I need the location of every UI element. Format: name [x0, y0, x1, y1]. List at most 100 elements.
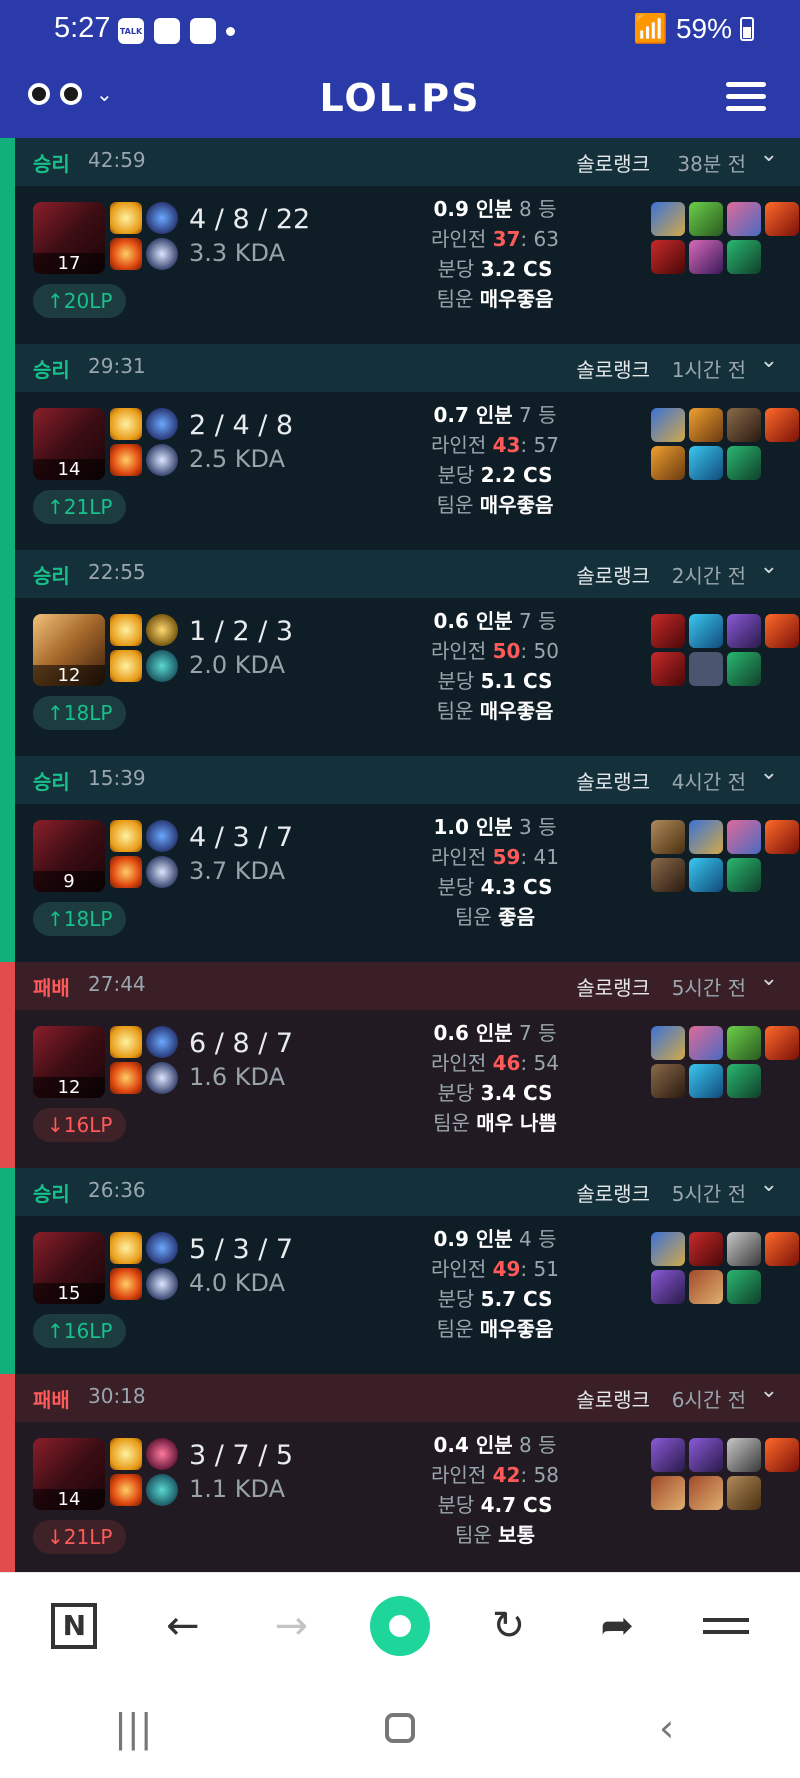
time-ago: 6시간 전 [671, 1388, 746, 1412]
secondary-rune-icon [146, 1268, 178, 1300]
green-dot-button[interactable] [368, 1594, 432, 1658]
browser-menu-icon[interactable] [694, 1594, 758, 1658]
time-ago: 4시간 전 [671, 770, 746, 794]
player-rank: 4 등 [519, 1227, 557, 1251]
match-header[interactable]: 패배 30:18 솔로랭크 6시간 전 ⌄ [15, 1374, 800, 1422]
lp-change-badge: ↓21LP [33, 1520, 127, 1554]
kda-score: 4 / 8 / 22 [189, 204, 311, 235]
expand-chevron-icon[interactable]: ⌄ [760, 1172, 778, 1197]
lane-score-opp: : 63 [520, 227, 559, 251]
item-icon [727, 1438, 761, 1472]
expand-chevron-icon[interactable]: ⌄ [760, 142, 778, 167]
item-icon [727, 446, 761, 480]
match-body: 15 5 / 3 / 7 4.0 KDA ↑16LP 0.9 인분 4 등 라인… [15, 1216, 800, 1374]
expand-chevron-icon[interactable]: ⌄ [760, 1378, 778, 1403]
match-stats: 0.9 인분 8 등 라인전 37: 63 분당 3.2 CS 팀운 매우좋음 [375, 194, 615, 314]
item-icon [689, 614, 723, 648]
match-header[interactable]: 승리 26:36 솔로랭크 5시간 전 ⌄ [15, 1168, 800, 1216]
item-icon [727, 1232, 761, 1266]
item-icon [689, 202, 723, 236]
match-duration: 42:59 [88, 148, 146, 172]
item-icon [727, 614, 761, 648]
expand-chevron-icon[interactable]: ⌄ [760, 554, 778, 579]
match-card[interactable]: 승리 15:39 솔로랭크 4시간 전 ⌄ 9 4 / 3 / 7 3.7 KD… [0, 756, 800, 962]
lane-score-mine: 50 [492, 639, 521, 663]
secondary-rune-icon [146, 238, 178, 270]
match-card[interactable]: 패배 27:44 솔로랭크 5시간 전 ⌄ 12 6 / 8 / 7 1.6 K… [0, 962, 800, 1168]
spells-runes [110, 820, 178, 888]
queue-type: 솔로랭크 [576, 770, 650, 794]
match-list: 승리 42:59 솔로랭크 38분 전 ⌄ 17 4 / 8 / 22 3.3 … [0, 138, 800, 1572]
match-stats: 0.7 인분 7 등 라인전 43: 57 분당 2.2 CS 팀운 매우좋음 [375, 400, 615, 520]
player-rank: 7 등 [519, 403, 557, 427]
item-icon [651, 652, 685, 686]
flash-spell-icon [110, 1026, 142, 1058]
keystone-rune-icon [146, 1438, 178, 1470]
spells-runes [110, 1232, 178, 1300]
team-luck: 매우 나쁨 [476, 1111, 557, 1135]
expand-chevron-icon[interactable]: ⌄ [760, 966, 778, 991]
back-nav-icon[interactable]: ‹ [637, 1706, 697, 1750]
champion-portrait: 14 [33, 1438, 105, 1510]
flash-spell-icon [110, 202, 142, 234]
match-stats: 0.4 인분 8 등 라인전 42: 58 분당 4.7 CS 팀운 보통 [375, 1430, 615, 1550]
share-icon[interactable]: ➦ [585, 1594, 649, 1658]
home-nav-button[interactable] [370, 1713, 430, 1743]
match-header[interactable]: 승리 42:59 솔로랭크 38분 전 ⌄ [15, 138, 800, 186]
expand-chevron-icon[interactable]: ⌄ [760, 348, 778, 373]
site-logo[interactable]: LOL.PS [0, 76, 800, 120]
kda-ratio: 1.1 KDA [189, 1475, 286, 1503]
reload-icon[interactable]: ↻ [477, 1594, 541, 1658]
secondary-rune-icon [146, 650, 178, 682]
item-build [651, 1232, 799, 1304]
cs-per-min: 5.7 CS [480, 1287, 553, 1311]
secondary-rune-icon [146, 1474, 178, 1506]
champion-portrait: 12 [33, 614, 105, 686]
match-header[interactable]: 패배 27:44 솔로랭크 5시간 전 ⌄ [15, 962, 800, 1010]
time-ago: 1시간 전 [671, 358, 746, 382]
lane-score-opp: : 51 [520, 1257, 559, 1281]
keystone-rune-icon [146, 202, 178, 234]
match-card[interactable]: 승리 26:36 솔로랭크 5시간 전 ⌄ 15 5 / 3 / 7 4.0 K… [0, 1168, 800, 1374]
flash-spell-icon [110, 1438, 142, 1470]
match-header[interactable]: 승리 15:39 솔로랭크 4시간 전 ⌄ [15, 756, 800, 804]
item-icon [689, 1064, 723, 1098]
match-card[interactable]: 승리 29:31 솔로랭크 1시간 전 ⌄ 14 2 / 4 / 8 2.5 K… [0, 344, 800, 550]
item-icon [651, 240, 685, 274]
kill-participation: 0.9 인분 [433, 1227, 513, 1251]
spells-runes [110, 1026, 178, 1094]
expand-chevron-icon[interactable]: ⌄ [760, 760, 778, 785]
gallery-icon [154, 18, 180, 44]
lane-score-mine: 46 [492, 1051, 521, 1075]
champion-level: 12 [33, 665, 105, 686]
match-header[interactable]: 승리 22:55 솔로랭크 2시간 전 ⌄ [15, 550, 800, 598]
match-header[interactable]: 승리 29:31 솔로랭크 1시간 전 ⌄ [15, 344, 800, 392]
match-card[interactable]: 승리 42:59 솔로랭크 38분 전 ⌄ 17 4 / 8 / 22 3.3 … [0, 138, 800, 344]
home-icon [384, 1713, 415, 1743]
item-icon [689, 1270, 723, 1304]
cs-label: 분당 [437, 669, 475, 693]
forward-arrow-icon[interactable]: → [259, 1594, 323, 1658]
match-card[interactable]: 패배 30:18 솔로랭크 6시간 전 ⌄ 14 3 / 7 / 5 1.1 K… [0, 1374, 800, 1572]
match-body: 12 6 / 8 / 7 1.6 KDA ↓16LP 0.6 인분 7 등 라인… [15, 1010, 800, 1168]
naver-home-button[interactable]: N [42, 1594, 106, 1658]
recents-icon[interactable]: ||| [103, 1706, 163, 1750]
item-build [651, 1026, 799, 1098]
item-icon [651, 858, 685, 892]
item-icon [727, 1064, 761, 1098]
champion-portrait: 14 [33, 408, 105, 480]
kill-participation: 1.0 인분 [433, 815, 513, 839]
lane-score-opp: : 58 [520, 1463, 559, 1487]
item-icon [651, 446, 685, 480]
match-card[interactable]: 승리 22:55 솔로랭크 2시간 전 ⌄ 12 1 / 2 / 3 2.0 K… [0, 550, 800, 756]
browser-toolbar: N ← → ↻ ➦ [0, 1572, 800, 1678]
item-icon [765, 614, 799, 648]
time-ago: 2시간 전 [671, 564, 746, 588]
back-arrow-icon[interactable]: ← [151, 1594, 215, 1658]
item-icon [651, 1438, 685, 1472]
secondary-rune-icon [146, 444, 178, 476]
kill-participation: 0.9 인분 [433, 197, 513, 221]
hamburger-menu-icon[interactable] [726, 82, 766, 118]
item-icon [689, 408, 723, 442]
item-icon [651, 408, 685, 442]
